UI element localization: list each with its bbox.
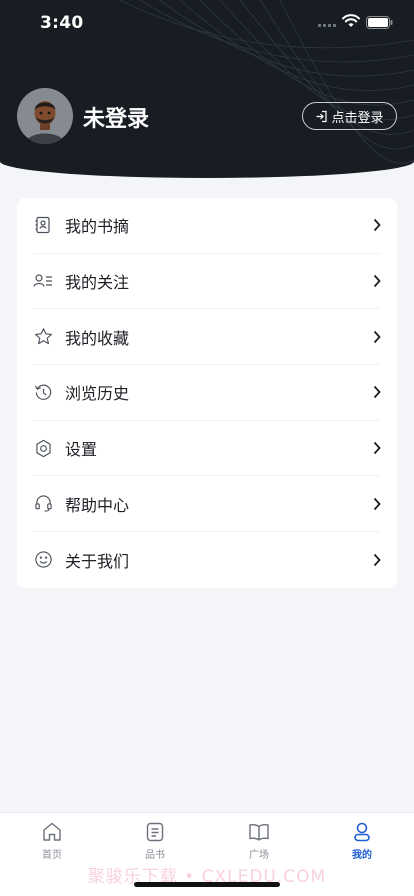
tab-label: 品书 — [145, 850, 165, 861]
menu-item-settings[interactable]: 设置 — [33, 421, 381, 477]
status-time: 3:40 — [40, 13, 84, 33]
login-button[interactable]: 点击登录 — [302, 102, 397, 130]
home-icon — [43, 822, 61, 841]
avatar-person-icon — [17, 88, 73, 144]
smiley-icon — [33, 550, 53, 570]
star-icon — [33, 327, 53, 347]
menu-item-label: 帮助中心 — [65, 495, 130, 515]
chevron-right-icon — [373, 441, 381, 455]
document-icon — [146, 822, 164, 842]
login-button-label: 点击登录 — [331, 109, 384, 125]
chevron-right-icon — [373, 274, 381, 288]
status-bar: 3:40 — [0, 0, 414, 44]
menu-item-about-us[interactable]: 关于我们 — [33, 532, 381, 588]
menu-item-label: 设置 — [65, 440, 98, 460]
login-status-title: 未登录 — [83, 107, 150, 132]
menu-item-label: 我的关注 — [65, 273, 130, 293]
menu-item-label: 浏览历史 — [65, 384, 130, 404]
chevron-right-icon — [373, 497, 381, 510]
avatar[interactable] — [17, 88, 73, 144]
headset-icon — [33, 494, 53, 514]
menu-item-favorites[interactable]: 我的收藏 — [33, 309, 381, 366]
menu-item-label: 我的收藏 — [65, 328, 130, 348]
profile-header: 3:40 未登录 点击登录 — [0, 0, 414, 178]
wifi-icon — [342, 14, 360, 27]
home-indicator[interactable] — [134, 882, 280, 887]
tab-label: 广场 — [249, 850, 269, 861]
chevron-right-icon — [373, 330, 381, 343]
login-icon — [316, 110, 328, 122]
chevron-right-icon — [373, 553, 381, 567]
tab-label: 我的 — [352, 850, 372, 861]
chevron-right-icon — [373, 219, 381, 232]
open-book-icon — [249, 824, 269, 841]
menu-item-help-center[interactable]: 帮助中心 — [33, 476, 381, 533]
menu-item-history[interactable]: 浏览历史 — [33, 365, 381, 421]
history-icon — [33, 382, 53, 402]
gear-icon — [33, 438, 53, 458]
book-excerpt-icon — [33, 215, 53, 235]
battery-icon — [366, 16, 393, 29]
user-icon — [354, 822, 370, 842]
menu-item-label: 关于我们 — [65, 551, 130, 571]
tab-label: 首页 — [42, 850, 62, 861]
signal-icon — [318, 24, 336, 27]
menu-item-label: 我的书摘 — [65, 217, 130, 237]
menu-card: 我的书摘 我的关注 我的收藏 浏览历史 设置 帮助中心 关于我们 — [17, 198, 397, 588]
menu-item-following[interactable]: 我的关注 — [33, 254, 381, 310]
menu-item-book-excerpts[interactable]: 我的书摘 — [33, 198, 381, 254]
follow-list-icon — [33, 271, 53, 291]
chevron-right-icon — [373, 386, 381, 399]
